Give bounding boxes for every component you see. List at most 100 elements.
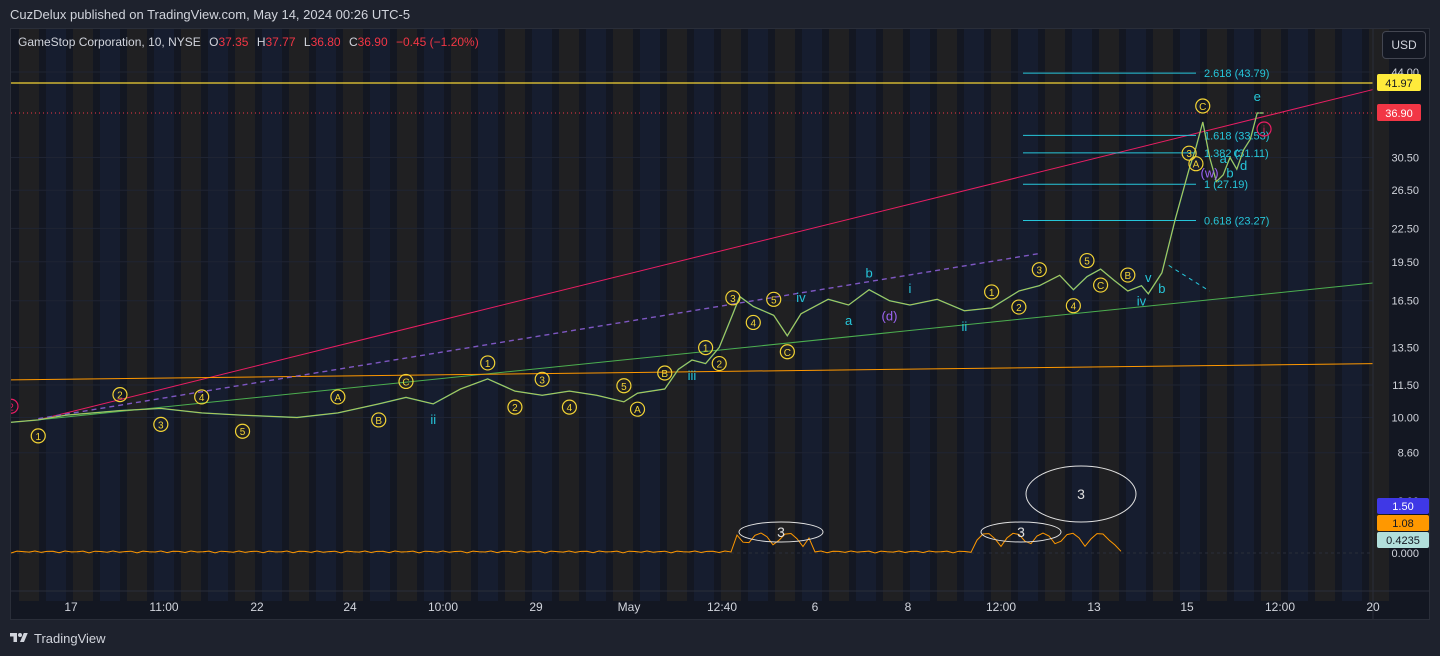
chart-pane[interactable]: 2.618 (43.79) 1.618 (33.53) 1.382 (31.11) 1… bbox=[10, 28, 1430, 620]
fib-level-label: 1 (27.19) bbox=[1204, 179, 1248, 191]
session-band bbox=[694, 29, 714, 601]
footer-brand[interactable]: TradingView bbox=[34, 631, 106, 646]
session-band bbox=[532, 29, 552, 601]
wave-label-text: 4 bbox=[567, 403, 573, 414]
high-label: H bbox=[256, 35, 266, 49]
session-band bbox=[937, 29, 957, 601]
wave-label-text: 3 bbox=[539, 375, 545, 386]
wave-label: iv bbox=[1137, 294, 1147, 309]
session-band bbox=[154, 29, 174, 601]
time-tick-label: 12:00 bbox=[986, 600, 1016, 614]
wave-label-text: b bbox=[865, 266, 872, 281]
session-band bbox=[613, 29, 633, 601]
wave-label-text: 2 bbox=[11, 402, 14, 413]
wave-label: b bbox=[1158, 281, 1165, 296]
wave-label-text: C bbox=[784, 348, 791, 359]
price-tick-label: 22.50 bbox=[1391, 223, 1419, 235]
session-band bbox=[802, 29, 822, 601]
price-chart-svg[interactable]: 2.618 (43.79)1.618 (33.53)1.382 (31.11)1… bbox=[11, 29, 1430, 620]
published-caption: CuzDelux published on TradingView.com, M… bbox=[10, 7, 411, 22]
fib-level-label: 2.618 (43.79) bbox=[1204, 68, 1269, 80]
session-background bbox=[19, 29, 1389, 601]
symbol-name[interactable]: GameStop Corporation, 10, NYSE bbox=[18, 35, 201, 49]
session-band bbox=[424, 29, 444, 601]
indicator-value-text: 1.08 bbox=[1392, 518, 1413, 530]
session-band bbox=[1018, 29, 1038, 601]
wave-label: a bbox=[845, 313, 853, 328]
wave-label-text: B bbox=[375, 416, 382, 427]
session-band bbox=[964, 29, 984, 601]
wave-label-text: 1 bbox=[35, 432, 41, 443]
wave-label-text: a bbox=[1220, 151, 1228, 166]
time-tick-label: 22 bbox=[250, 600, 264, 614]
session-band bbox=[748, 29, 768, 601]
time-tick-label: 10:00 bbox=[428, 600, 458, 614]
wave-label-text: A bbox=[634, 405, 641, 416]
session-band bbox=[208, 29, 228, 601]
session-band bbox=[721, 29, 741, 601]
price-tick-label: 10.00 bbox=[1391, 413, 1419, 425]
time-tick-label: 8 bbox=[905, 600, 912, 614]
wave-label-text: C bbox=[402, 377, 409, 388]
session-band bbox=[1234, 29, 1254, 601]
close-value: 36.90 bbox=[357, 35, 388, 49]
session-band bbox=[910, 29, 930, 601]
wave-label: ii bbox=[430, 412, 436, 427]
wave-label-text: 2 bbox=[1016, 303, 1022, 314]
wave-label: 2 bbox=[11, 398, 19, 414]
session-band bbox=[775, 29, 795, 601]
wave-label-text: iv bbox=[796, 290, 806, 305]
wave-label-text: b bbox=[1158, 281, 1165, 296]
wave-label: i bbox=[908, 281, 911, 296]
wave-label-text: i bbox=[1263, 125, 1265, 136]
fib-level-label: 0.618 (23.27) bbox=[1204, 216, 1269, 228]
low-label: L bbox=[303, 35, 311, 49]
symbol-legend: GameStop Corporation, 10, NYSE O37.35 H3… bbox=[18, 35, 479, 49]
wave-label-text: 5 bbox=[1084, 257, 1090, 268]
session-band bbox=[991, 29, 1011, 601]
wave-label-text: 3 bbox=[158, 420, 164, 431]
session-band bbox=[181, 29, 201, 601]
wave-label-text: 2 bbox=[512, 403, 518, 414]
time-tick-label: 13 bbox=[1087, 600, 1101, 614]
price-tick-label: 13.50 bbox=[1391, 343, 1419, 355]
fib-level-label: 1.618 (33.53) bbox=[1204, 130, 1269, 142]
wave-label-text: v bbox=[1145, 270, 1152, 285]
indicator-tick-label: 0.000 bbox=[1391, 548, 1419, 560]
wave-label: d bbox=[1240, 158, 1247, 173]
wave-label-text: (d) bbox=[882, 309, 898, 324]
time-tick-label: 6 bbox=[812, 600, 819, 614]
indicator-value-text: 0.4235 bbox=[1386, 535, 1420, 547]
price-tick-label: 16.50 bbox=[1391, 296, 1419, 308]
wave-label-text: A bbox=[335, 393, 342, 404]
wave-label-text: b bbox=[1226, 165, 1233, 180]
session-band bbox=[289, 29, 309, 601]
wave-label-text: C bbox=[1097, 281, 1104, 292]
wave-label-text: 5 bbox=[240, 427, 246, 438]
session-band bbox=[19, 29, 39, 601]
wave-label-text: i bbox=[908, 281, 911, 296]
wave-label: ii bbox=[962, 319, 968, 334]
session-band bbox=[856, 29, 876, 601]
wave-label-text: 1 bbox=[989, 288, 995, 299]
low-value: 36.80 bbox=[310, 35, 341, 49]
time-tick-label: 15 bbox=[1180, 600, 1194, 614]
change-value: −0.45 (−1.20%) bbox=[395, 35, 479, 49]
currency-button[interactable]: USD bbox=[1382, 31, 1426, 59]
session-band bbox=[262, 29, 282, 601]
wave-label-text: 5 bbox=[621, 382, 627, 393]
price-tick-label: 8.60 bbox=[1398, 448, 1419, 460]
wave-label-text: B bbox=[1125, 271, 1132, 282]
session-band bbox=[46, 29, 66, 601]
price-tick-label: 30.50 bbox=[1391, 152, 1419, 164]
wave-label-text: 2 bbox=[716, 360, 722, 371]
wave-label: v bbox=[1145, 270, 1152, 285]
session-band bbox=[343, 29, 363, 601]
wave-label-text: a bbox=[845, 313, 853, 328]
time-tick-label: May bbox=[618, 600, 641, 614]
wave-label: iv bbox=[796, 290, 806, 305]
time-tick-label: 11:00 bbox=[149, 600, 178, 614]
price-tick-label: 26.50 bbox=[1391, 185, 1419, 197]
tradingview-logo-icon bbox=[10, 633, 28, 642]
wave-label: iii bbox=[688, 368, 697, 383]
